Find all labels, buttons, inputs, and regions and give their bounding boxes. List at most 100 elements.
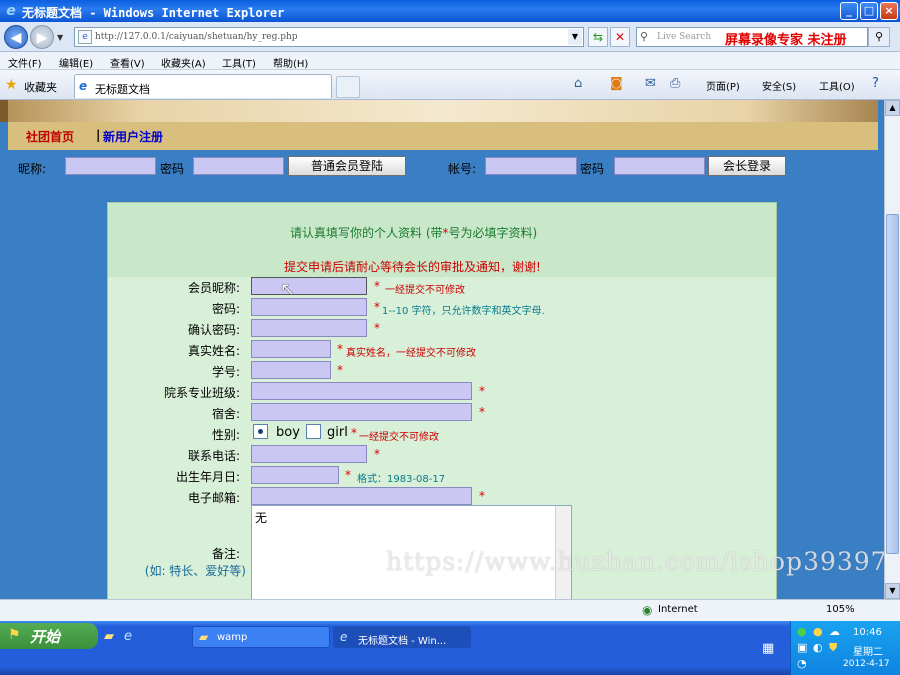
address-bar: ◀ ▶ ▼ e http://127.0.0.1/caiyuan/shetuan… bbox=[0, 22, 900, 52]
mail-icon[interactable]: ✉ bbox=[645, 76, 656, 91]
password-input[interactable] bbox=[251, 298, 367, 316]
favorites-label[interactable]: 收藏夹 bbox=[24, 79, 57, 95]
nickname-input[interactable] bbox=[251, 277, 367, 295]
search-placeholder: Live Search bbox=[657, 32, 712, 42]
president-password-input[interactable] bbox=[614, 157, 705, 175]
menu-bar: 文件(F) 编辑(E) 查看(V) 收藏夹(A) 工具(T) 帮助(H) bbox=[0, 52, 900, 70]
scroll-thumb[interactable] bbox=[886, 214, 899, 554]
ie-logo-icon: e bbox=[6, 3, 16, 19]
tray-misc-icon[interactable]: ◔ bbox=[797, 657, 807, 670]
menu-file[interactable]: 文件(F) bbox=[8, 55, 42, 70]
member-login-button[interactable]: 普通会员登陆 bbox=[288, 156, 406, 176]
account-label: 帐号: bbox=[448, 162, 477, 176]
url-dropdown-icon[interactable]: ▼ bbox=[568, 29, 582, 45]
email-field-label: 电子邮箱: bbox=[187, 491, 240, 505]
tray-volume-icon[interactable]: ◐ bbox=[813, 641, 823, 654]
registration-form: 请认真填写你的个人资料 (带*号为必填字资料) 提交申请后请耐心等待会长的审批及… bbox=[107, 202, 777, 599]
overlay-watermark: https://www.huzhan.com/ishop39397 bbox=[386, 547, 888, 576]
gender-boy-radio[interactable] bbox=[253, 424, 268, 439]
history-dropdown-icon[interactable]: ▼ bbox=[57, 33, 63, 42]
nickname-label: 昵称: bbox=[18, 162, 47, 176]
menu-help[interactable]: 帮助(H) bbox=[273, 55, 308, 70]
phone-input[interactable] bbox=[251, 445, 367, 463]
birthday-input[interactable] bbox=[251, 466, 339, 484]
birthday-required: * bbox=[345, 468, 351, 482]
zoom-level[interactable]: 105% bbox=[826, 604, 855, 615]
taskbar-item-wamp[interactable]: ▰ wamp bbox=[192, 626, 330, 648]
folder-icon: ▰ bbox=[199, 630, 209, 644]
taskbar-item-ie[interactable]: e 无标题文档 - Win... bbox=[333, 626, 471, 648]
tab-current[interactable]: e 无标题文档 bbox=[74, 74, 332, 98]
quicklaunch-ie-icon[interactable]: e bbox=[124, 629, 132, 644]
start-button[interactable]: ⚑ 开始 bbox=[0, 623, 98, 649]
url-field[interactable]: e http://127.0.0.1/caiyuan/shetuan/hy_re… bbox=[74, 27, 584, 47]
tray-app-icon[interactable]: ● bbox=[813, 625, 823, 638]
department-input[interactable] bbox=[251, 382, 472, 400]
nav-separator: | bbox=[96, 128, 101, 142]
back-arrow-icon: ◀ bbox=[10, 30, 22, 46]
confirm-password-input[interactable] bbox=[251, 319, 367, 337]
close-button[interactable]: × bbox=[880, 2, 898, 20]
help-icon[interactable]: ? bbox=[872, 76, 879, 91]
student-id-field-label: 学号: bbox=[211, 365, 240, 379]
minimize-button[interactable]: _ bbox=[840, 2, 858, 20]
window-title-bar[interactable]: e 无标题文档 - Windows Internet Explorer _ □ … bbox=[0, 0, 900, 22]
menu-tools[interactable]: 工具(T) bbox=[222, 55, 256, 70]
gender-boy-label[interactable]: boy bbox=[276, 425, 300, 440]
windows-flag-icon: ⚑ bbox=[8, 627, 21, 643]
taskbar: ⚑ 开始 ▰ e ▰ wamp e 无标题文档 - Win... ▦ ● ● ☁… bbox=[0, 621, 900, 675]
maximize-button[interactable]: □ bbox=[860, 2, 878, 20]
nav-home-link[interactable]: 社团首页 bbox=[26, 128, 74, 145]
clock-time[interactable]: 10:46 bbox=[853, 627, 882, 638]
print-icon[interactable]: ⎙ bbox=[670, 76, 680, 91]
home-icon[interactable]: ⌂ bbox=[574, 76, 582, 91]
globe-icon: ◉ bbox=[642, 603, 653, 617]
tray-monitor-icon[interactable]: ▣ bbox=[797, 641, 807, 654]
student-id-input[interactable] bbox=[251, 361, 331, 379]
tray-network-icon[interactable]: ● bbox=[797, 625, 807, 638]
scroll-up-icon[interactable]: ▲ bbox=[885, 100, 900, 116]
safety-menu[interactable]: 安全(S) bbox=[762, 78, 796, 93]
gender-girl-label[interactable]: girl bbox=[327, 425, 348, 440]
new-tab-button[interactable] bbox=[336, 76, 360, 98]
realname-required: * bbox=[337, 342, 343, 356]
menu-favorites[interactable]: 收藏夹(A) bbox=[161, 55, 206, 70]
header-banner bbox=[8, 100, 878, 122]
feeds-icon[interactable]: ◙ bbox=[610, 76, 623, 91]
gender-girl-radio[interactable] bbox=[306, 424, 321, 439]
scroll-down-icon[interactable]: ▼ bbox=[885, 583, 900, 599]
email-input[interactable] bbox=[251, 487, 472, 505]
gender-field-label: 性别: bbox=[211, 428, 240, 442]
refresh-button[interactable]: ⇆ bbox=[588, 27, 608, 47]
back-button[interactable]: ◀ bbox=[4, 25, 28, 49]
nav-register-link[interactable]: 新用户注册 bbox=[103, 128, 163, 145]
tools-menu[interactable]: 工具(O) bbox=[819, 78, 855, 93]
forward-button[interactable]: ▶ bbox=[30, 25, 54, 49]
tray-shield-icon[interactable]: ⛊ bbox=[829, 641, 837, 655]
dorm-input[interactable] bbox=[251, 403, 472, 421]
favorites-star-icon[interactable]: ★ bbox=[5, 77, 18, 93]
dorm-field-label: 宿舍: bbox=[211, 407, 240, 421]
student-id-required: * bbox=[337, 363, 343, 377]
page-menu[interactable]: 页面(P) bbox=[706, 78, 740, 93]
login-password-input[interactable] bbox=[193, 157, 284, 175]
keyboard-icon[interactable]: ▦ bbox=[762, 641, 774, 656]
banner-edge bbox=[0, 100, 8, 122]
realname-input[interactable] bbox=[251, 340, 331, 358]
page-scrollbar[interactable]: ▲ ▼ bbox=[884, 100, 900, 599]
site-nav: 社团首页 | 新用户注册 bbox=[8, 122, 878, 150]
form-instruction: 请认真填写你的个人资料 (带*号为必填字资料) bbox=[290, 226, 538, 240]
search-go-button[interactable]: ⚲ bbox=[868, 27, 890, 47]
favorites-bar: ★ 收藏夹 e 无标题文档 ⌂ ◙ ✉ ⎙ 页面(P) 安全(S) 工具(O) … bbox=[0, 70, 900, 100]
menu-edit[interactable]: 编辑(E) bbox=[59, 55, 93, 70]
president-account-input[interactable] bbox=[485, 157, 577, 175]
tray-cloud-icon[interactable]: ☁ bbox=[829, 625, 840, 638]
stop-button[interactable]: ✕ bbox=[610, 27, 630, 47]
quicklaunch-folder-icon[interactable]: ▰ bbox=[104, 629, 114, 644]
login-nickname-input[interactable] bbox=[65, 157, 156, 175]
birthday-field-label: 出生年月日: bbox=[175, 470, 240, 484]
menu-view[interactable]: 查看(V) bbox=[110, 55, 145, 70]
president-login-button[interactable]: 会长登录 bbox=[708, 156, 786, 176]
search-input[interactable]: ⚲ Live Search 屏幕录像专家 未注册 bbox=[636, 27, 868, 48]
realname-field-label: 真实姓名: bbox=[187, 344, 240, 358]
